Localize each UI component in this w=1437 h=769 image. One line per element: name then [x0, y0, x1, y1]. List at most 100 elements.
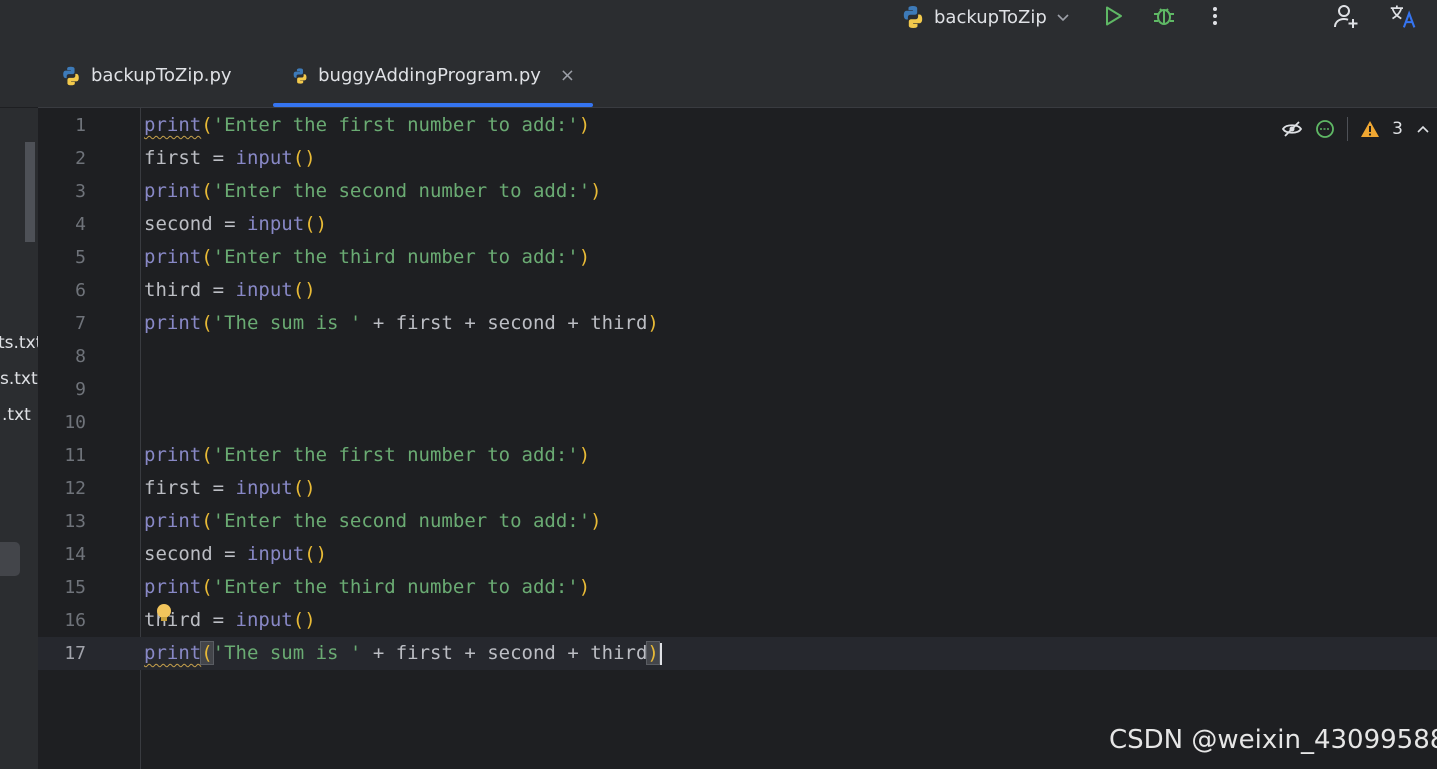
paren: ) [315, 213, 328, 235]
variable: first [144, 147, 202, 169]
more-button[interactable] [1201, 2, 1229, 30]
line-number: 8 [75, 346, 86, 367]
paren: ) [590, 510, 602, 532]
run-config-selector[interactable]: backupToZip [900, 3, 1071, 31]
paren: ) [304, 477, 316, 499]
paren: ) [578, 114, 591, 136]
paren: ( [292, 279, 305, 301]
code-line[interactable]: 7 print('The sum is ' + first + second +… [38, 307, 1437, 340]
ai-assistant-icon[interactable] [1315, 119, 1335, 139]
code-line[interactable]: 8 [38, 340, 1437, 373]
code-line[interactable]: 5 print('Enter the third number to add:'… [38, 241, 1437, 274]
more-vert-icon [1213, 7, 1217, 25]
operator: + [452, 312, 488, 334]
python-icon [903, 6, 923, 28]
code-line[interactable]: 16 third = input() [38, 604, 1437, 637]
selected-project-item[interactable] [0, 542, 20, 576]
keyword-print: print [144, 114, 202, 136]
title-bar: backupToZip [0, 0, 1437, 44]
code-line[interactable]: 15 print('Enter the third number to add:… [38, 571, 1437, 604]
code-line[interactable]: 14 second = input() [38, 538, 1437, 571]
string-literal: 'Enter the first number to add:' [212, 114, 579, 136]
code-line[interactable]: 12 first = input() [38, 472, 1437, 505]
line-number: 7 [75, 313, 86, 334]
variable: first [395, 642, 453, 664]
paren: ( [292, 147, 305, 169]
debug-button[interactable] [1150, 2, 1178, 30]
variable: second [144, 213, 213, 235]
lightbulb-icon[interactable] [157, 604, 171, 621]
string-literal: 'Enter the second number to add:' [212, 180, 591, 202]
chevron-up-icon[interactable] [1415, 121, 1431, 137]
tab-backuptozip[interactable]: backupToZip.py [42, 44, 272, 107]
paren: ) [304, 147, 316, 169]
code-text: print('Enter the first number to add:') [144, 439, 590, 472]
code-line[interactable]: 10 [38, 406, 1437, 439]
paren: ) [578, 246, 591, 268]
paren: ( [292, 477, 305, 499]
paren: ) [578, 576, 591, 598]
code-with-me-button[interactable] [1332, 2, 1360, 30]
code-text: first = input() [144, 142, 316, 175]
reader-mode-icon[interactable] [1281, 120, 1303, 138]
code-editor[interactable]: 1 print('Enter the first number to add:'… [38, 108, 1437, 769]
variable: second [487, 642, 556, 664]
warning-icon[interactable] [1360, 120, 1380, 138]
code-text: second = input() [144, 208, 327, 241]
code-line[interactable]: 6 third = input() [38, 274, 1437, 307]
operator: + [452, 642, 488, 664]
code-line[interactable]: 3 print('Enter the second number to add:… [38, 175, 1437, 208]
operator: + [361, 642, 396, 664]
code-line[interactable]: 2 first = input() [38, 142, 1437, 175]
operator: + [361, 312, 396, 334]
code-text: print('Enter the third number to add:') [144, 241, 590, 274]
keyword-print: print [144, 312, 202, 334]
code-line[interactable]: 4 second = input() [38, 208, 1437, 241]
paren: ( [201, 114, 213, 136]
paren: ( [201, 312, 213, 334]
line-number: 17 [64, 643, 86, 664]
code-text: print('Enter the second number to add:') [144, 175, 602, 208]
paren-match: ( [200, 641, 214, 665]
project-file-item[interactable]: .txt [2, 405, 31, 425]
code-line[interactable]: 1 print('Enter the first number to add:'… [38, 109, 1437, 142]
project-panel: ts.txt s.txt .txt [0, 44, 42, 769]
project-file-item[interactable]: ts.txt [0, 333, 42, 353]
operator: + [555, 312, 591, 334]
paren: ( [201, 444, 213, 466]
paren: ( [304, 213, 316, 235]
operator: + [555, 642, 591, 664]
tab-buggyaddingprogram[interactable]: buggyAddingProgram.py × [273, 44, 593, 107]
line-number: 16 [64, 610, 86, 631]
close-tab-icon[interactable]: × [560, 65, 575, 86]
panel-divider [0, 107, 38, 108]
code-text: print('The sum is ' + first + second + t… [144, 637, 662, 670]
code-text: print('Enter the third number to add:') [144, 571, 590, 604]
run-button[interactable] [1099, 2, 1127, 30]
project-scrollbar[interactable] [25, 142, 35, 242]
code-line-current[interactable]: 17 print('The sum is ' + first + second … [38, 637, 1437, 670]
paren: ) [304, 609, 316, 631]
paren: ( [201, 510, 213, 532]
project-file-item[interactable]: s.txt [0, 369, 38, 389]
paren: ) [647, 312, 659, 334]
python-file-icon [63, 66, 79, 85]
translate-button[interactable] [1389, 2, 1417, 30]
keyword-input: input [235, 477, 293, 499]
operator: = [212, 213, 247, 235]
code-line[interactable]: 13 print('Enter the second number to add… [38, 505, 1437, 538]
variable: third [144, 609, 202, 631]
string-literal: 'Enter the third number to add:' [212, 576, 579, 598]
keyword-input: input [235, 609, 293, 631]
code-line[interactable]: 11 print('Enter the first number to add:… [38, 439, 1437, 472]
code-line[interactable]: 9 [38, 373, 1437, 406]
warning-count[interactable]: 3 [1392, 119, 1403, 139]
line-number: 4 [75, 214, 86, 235]
keyword-print: print [144, 642, 202, 664]
variable: second [144, 543, 213, 565]
line-number: 12 [64, 478, 86, 499]
widget-divider [1347, 117, 1349, 141]
line-number: 13 [64, 511, 86, 532]
keyword-print: print [144, 444, 202, 466]
line-number: 10 [64, 412, 86, 433]
